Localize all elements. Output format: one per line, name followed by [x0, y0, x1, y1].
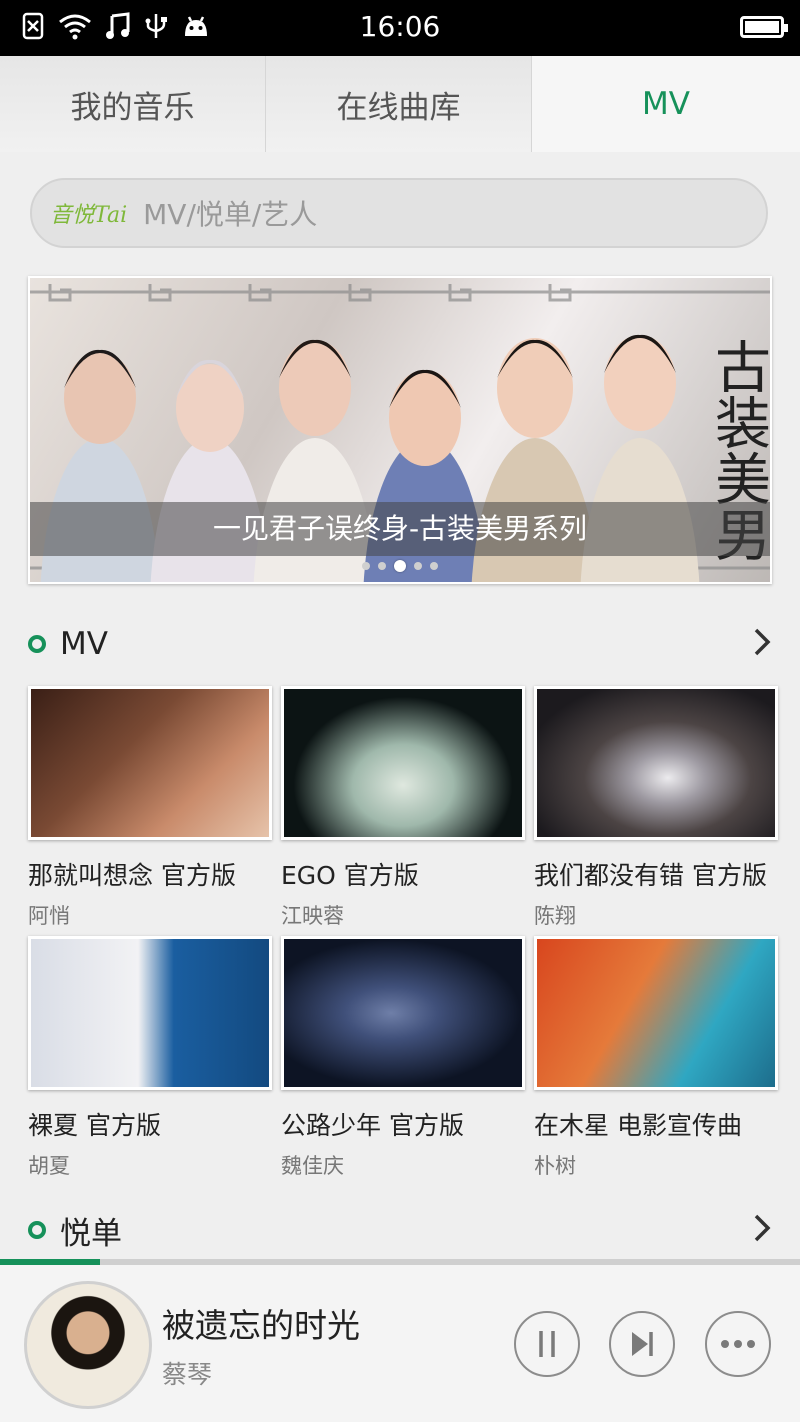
section-ring-icon: [28, 635, 46, 653]
pagination-dot: [362, 562, 370, 570]
mv-card[interactable]: 公路少年 官方版 魏佳庆: [281, 936, 525, 1180]
pagination-dot-active: [394, 560, 406, 572]
mv-artist: 江映蓉: [281, 904, 344, 928]
mv-thumbnail: [28, 686, 272, 840]
mv-thumbnail: [28, 936, 272, 1090]
tab-my-music[interactable]: 我的音乐: [0, 56, 266, 152]
mv-thumbnail: [534, 686, 778, 840]
mv-artist: 朴树: [534, 1154, 576, 1178]
tab-online-library[interactable]: 在线曲库: [266, 56, 532, 152]
song-title: 被遗忘的时光: [162, 1306, 360, 1345]
skip-next-icon: [632, 1332, 653, 1356]
banner-pagination: [30, 560, 770, 572]
mv-section-header[interactable]: MV: [28, 622, 772, 666]
mv-title: 那就叫想念 官方版: [28, 861, 236, 890]
battery-icon: [740, 16, 788, 38]
mv-artist: 阿悄: [28, 904, 70, 928]
more-button[interactable]: [705, 1311, 771, 1377]
mv-title: 我们都没有错 官方版: [534, 861, 767, 890]
song-artist: 蔡琴: [162, 1360, 213, 1389]
more-icon: [721, 1340, 755, 1348]
mv-artist: 胡夏: [28, 1154, 70, 1178]
pagination-dot: [414, 562, 422, 570]
featured-banner[interactable]: 古装美男 一见君子误终身-古装美男系列: [28, 276, 772, 584]
pagination-dot: [430, 562, 438, 570]
top-tabs: 我的音乐 在线曲库 MV: [0, 56, 800, 152]
mv-thumbnail: [281, 936, 525, 1090]
mv-card[interactable]: EGO 官方版 江映蓉: [281, 686, 525, 930]
tab-mv[interactable]: MV: [532, 56, 800, 152]
pagination-dot: [378, 562, 386, 570]
search-placeholder: MV/悦单/艺人: [143, 198, 318, 231]
mv-title: 在木星 电影宣传曲: [534, 1111, 742, 1140]
mv-artist: 陈翔: [534, 904, 576, 928]
album-art[interactable]: [24, 1281, 152, 1409]
chevron-right-icon[interactable]: [752, 1212, 772, 1244]
status-bar: 16:06: [0, 0, 800, 56]
mv-artist: 魏佳庆: [281, 1154, 344, 1178]
pause-icon: [539, 1331, 555, 1357]
mv-card[interactable]: 裸夏 官方版 胡夏: [28, 936, 272, 1180]
mv-thumbnail: [281, 686, 525, 840]
mv-title: 裸夏 官方版: [28, 1111, 161, 1140]
mv-card[interactable]: 我们都没有错 官方版 陈翔: [534, 686, 778, 930]
yuedan-section-header[interactable]: 悦单: [28, 1208, 772, 1252]
banner-caption: 一见君子误终身-古装美男系列: [30, 502, 770, 556]
yinyuetai-logo: 音悦Tai: [50, 203, 128, 228]
search-bar[interactable]: 音悦Tai MV/悦单/艺人: [30, 178, 768, 248]
section-title: 悦单: [60, 1215, 122, 1252]
mv-card[interactable]: 在木星 电影宣传曲 朴树: [534, 936, 778, 1180]
mv-title: EGO 官方版: [281, 861, 419, 890]
mv-thumbnail: [534, 936, 778, 1090]
mv-card[interactable]: 那就叫想念 官方版 阿悄: [28, 686, 272, 930]
mv-title: 公路少年 官方版: [281, 1111, 464, 1140]
section-ring-icon: [28, 1221, 46, 1239]
section-title: MV: [60, 626, 108, 662]
pause-button[interactable]: [514, 1311, 580, 1377]
mini-player[interactable]: 被遗忘的时光 蔡琴: [0, 1265, 800, 1422]
chevron-right-icon[interactable]: [752, 626, 772, 658]
status-time: 16:06: [359, 10, 441, 43]
next-button[interactable]: [609, 1311, 675, 1377]
